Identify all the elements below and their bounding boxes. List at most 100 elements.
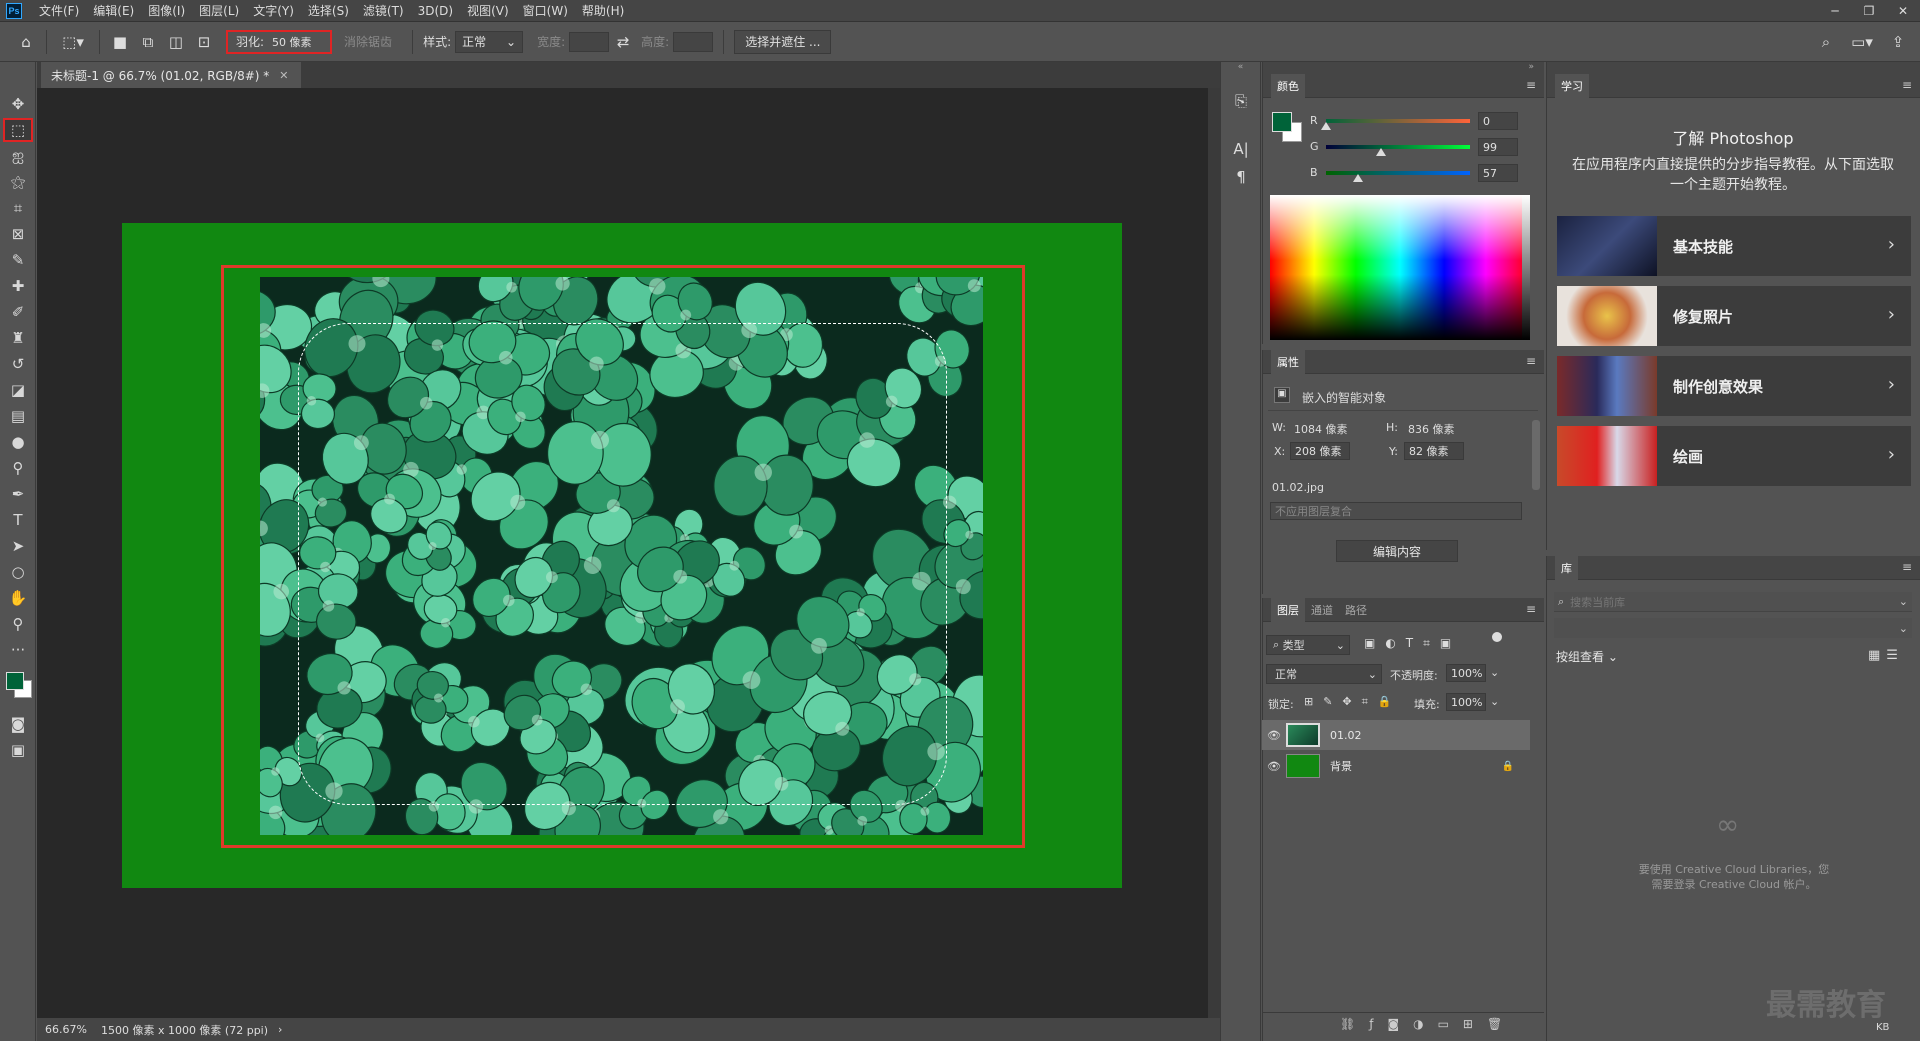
width-value[interactable]: 1084 像素 <box>1294 421 1348 437</box>
rectangular-marquee-tool-icon[interactable]: ⬚ <box>3 118 33 142</box>
opacity-input[interactable]: 100% <box>1446 664 1486 682</box>
grayscale-ramp[interactable] <box>1522 195 1530 340</box>
frame-tool-icon[interactable]: ⊠ <box>3 222 33 246</box>
menu-view[interactable]: 视图(V) <box>460 0 516 22</box>
filter-toggle-icon[interactable] <box>1492 632 1502 642</box>
x-position-input[interactable]: 208 像素 <box>1290 442 1350 460</box>
restore-icon[interactable]: ❐ <box>1852 0 1886 22</box>
lock-icons[interactable]: ⊞✎✥⌗🔒 <box>1304 695 1402 709</box>
chevron-right-icon[interactable]: › <box>278 1023 282 1036</box>
pen-tool-icon[interactable]: ✒ <box>3 482 33 506</box>
y-position-input[interactable]: 82 像素 <box>1404 442 1464 460</box>
learn-card-painting[interactable]: 绘画 › <box>1557 426 1911 486</box>
fill-input[interactable]: 100% <box>1446 693 1486 711</box>
feather-input[interactable]: 50 像素 <box>268 32 326 52</box>
layer-filter-select[interactable]: ⌕ 类型 ⌄ <box>1266 635 1350 655</box>
zoom-level[interactable]: 66.67% <box>45 1023 87 1036</box>
learn-card-basic-skills[interactable]: 基本技能 › <box>1557 216 1911 276</box>
learn-panel-tab[interactable]: 学习 <box>1555 73 1589 98</box>
panel-menu-icon[interactable]: ≡ <box>1526 354 1536 368</box>
color-panel-tab[interactable]: 颜色 <box>1271 73 1305 98</box>
screen-mode-icon[interactable]: ▣ <box>3 738 33 762</box>
menu-select[interactable]: 选择(S) <box>301 0 356 22</box>
move-tool-icon[interactable]: ✥ <box>3 92 33 116</box>
brush-tool-icon[interactable]: ✐ <box>3 300 33 324</box>
edit-contents-button[interactable]: 编辑内容 <box>1336 540 1458 562</box>
learn-card-fix-photo[interactable]: 修复照片 › <box>1557 286 1911 346</box>
dodge-tool-icon[interactable]: ⚲ <box>3 456 33 480</box>
menu-window[interactable]: 窗口(W) <box>516 0 575 22</box>
document-tab[interactable]: 未标题-1 @ 66.7% (01.02, RGB/8#) * ✕ <box>41 62 301 88</box>
layer-name[interactable]: 01.02 <box>1330 729 1362 742</box>
learn-card-creative-effects[interactable]: 制作创意效果 › <box>1557 356 1911 416</box>
minimize-icon[interactable]: ─ <box>1818 0 1852 22</box>
lasso-tool-icon[interactable]: ஐ <box>3 144 33 168</box>
panel-menu-icon[interactable]: ≡ <box>1526 602 1536 616</box>
blur-tool-icon[interactable]: ● <box>3 430 33 454</box>
menu-filter[interactable]: 滤镜(T) <box>356 0 411 22</box>
group-by-dropdown[interactable]: 按组查看 ⌄ <box>1556 648 1618 665</box>
foreground-color-swatch[interactable] <box>1272 112 1292 132</box>
character-panel-icon[interactable]: A| <box>1226 136 1256 162</box>
select-and-mask-button[interactable]: 选择并遮住 ... <box>734 29 832 54</box>
menu-image[interactable]: 图像(I) <box>141 0 192 22</box>
collapse-icon[interactable]: « <box>1221 62 1260 80</box>
green-value-input[interactable]: 99 <box>1478 138 1518 156</box>
paragraph-panel-icon[interactable]: ¶ <box>1226 164 1256 190</box>
menu-edit[interactable]: 编辑(E) <box>86 0 141 22</box>
menu-3d[interactable]: 3D(D) <box>411 0 460 22</box>
properties-scrollbar[interactable] <box>1532 420 1540 490</box>
swap-icon[interactable]: ⇄ <box>609 28 637 56</box>
healing-brush-tool-icon[interactable]: ✚ <box>3 274 33 298</box>
panel-menu-icon[interactable]: ≡ <box>1902 560 1912 574</box>
layers-tab[interactable]: 图层 <box>1271 597 1305 622</box>
home-icon[interactable]: ⌂ <box>12 28 40 56</box>
color-spectrum[interactable] <box>1270 195 1530 340</box>
history-brush-tool-icon[interactable]: ↺ <box>3 352 33 376</box>
type-tool-icon[interactable]: T <box>3 508 33 532</box>
library-select[interactable]: ⌄ <box>1554 618 1912 638</box>
height-input[interactable] <box>673 31 714 52</box>
layer-row-01-02[interactable]: 👁 01.02 <box>1262 720 1530 750</box>
antialias-checkbox[interactable]: 消除锯齿 <box>344 33 392 50</box>
crop-tool-icon[interactable]: ⌗ <box>3 196 33 220</box>
menu-type[interactable]: 文字(Y) <box>246 0 301 22</box>
close-tab-icon[interactable]: ✕ <box>279 69 288 82</box>
subtract-selection-icon[interactable]: ◫ <box>162 28 190 56</box>
style-select[interactable]: 正常 ⌄ <box>455 30 524 53</box>
path-selection-tool-icon[interactable]: ➤ <box>3 534 33 558</box>
properties-panel-tab[interactable]: 属性 <box>1271 349 1305 374</box>
history-panel-icon[interactable]: ⎘ <box>1226 88 1256 114</box>
menu-layer[interactable]: 图层(L) <box>192 0 246 22</box>
eyedropper-tool-icon[interactable]: ✎ <box>3 248 33 272</box>
visibility-eye-icon[interactable]: 👁 <box>1262 760 1286 773</box>
zoom-tool-icon[interactable]: ⚲ <box>3 612 33 636</box>
layer-filter-icons[interactable]: ▣◐T⌗▣ <box>1364 636 1461 651</box>
panel-menu-icon[interactable]: ≡ <box>1526 78 1536 92</box>
channels-tab[interactable]: 通道 <box>1305 598 1339 622</box>
panel-menu-icon[interactable]: ≡ <box>1902 78 1912 92</box>
ellipse-tool-icon[interactable]: ○ <box>3 560 33 584</box>
blend-mode-select[interactable]: 正常 ⌄ <box>1266 664 1382 684</box>
library-search-input[interactable]: ⌕ 搜索当前库 ⌄ <box>1554 592 1912 612</box>
width-input[interactable] <box>569 31 610 52</box>
search-icon[interactable]: ⌕ <box>1812 28 1840 56</box>
more-tools-icon[interactable]: ··· <box>3 638 33 662</box>
paths-tab[interactable]: 路径 <box>1339 598 1373 622</box>
visibility-eye-icon[interactable]: 👁 <box>1262 729 1286 742</box>
add-selection-icon[interactable]: ⧉ <box>134 28 162 56</box>
red-slider[interactable]: R 0 <box>1310 112 1550 132</box>
chevron-down-icon[interactable]: ⌄ <box>1490 695 1499 708</box>
new-selection-icon[interactable]: ■ <box>106 28 134 56</box>
feather-field[interactable]: 羽化: 50 像素 <box>226 29 333 54</box>
menu-help[interactable]: 帮助(H) <box>575 0 631 22</box>
marquee-preset-icon[interactable]: ⬚▾ <box>53 28 93 56</box>
quick-mask-icon[interactable]: ◙ <box>3 712 33 736</box>
intersect-selection-icon[interactable]: ⊡ <box>190 28 218 56</box>
layer-bottom-actions[interactable]: ⛓ƒ◙◑▭⊞🗑 <box>1340 1017 1516 1031</box>
menu-file[interactable]: 文件(F) <box>32 0 86 22</box>
close-icon[interactable]: ✕ <box>1886 0 1920 22</box>
layer-comp-select[interactable]: 不应用图层复合 <box>1270 502 1522 520</box>
clone-stamp-tool-icon[interactable]: ♜ <box>3 326 33 350</box>
magic-wand-tool-icon[interactable]: ⚝ <box>3 170 33 194</box>
